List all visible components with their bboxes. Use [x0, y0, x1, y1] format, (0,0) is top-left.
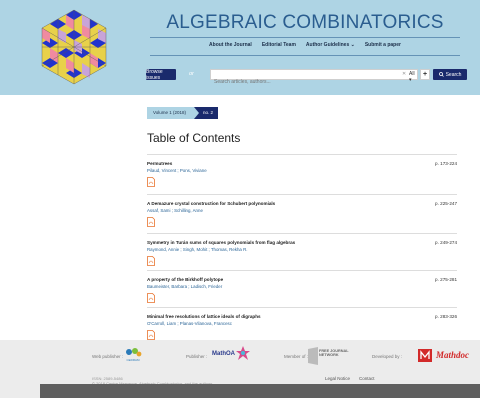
search-input[interactable]	[211, 77, 391, 87]
article-authors[interactable]: Baumeister, Barbara ; Ladisch, Frieder	[147, 284, 457, 289]
search-button[interactable]: Search	[433, 69, 467, 80]
pdf-icon[interactable]	[147, 293, 155, 303]
fjn-mark-icon	[308, 347, 318, 365]
article-pages: p. 275-281	[435, 277, 457, 282]
nav-editorial-team[interactable]: Editorial Team	[262, 42, 296, 48]
article-title[interactable]: A property of the Birkhoff polytope	[147, 277, 457, 282]
article-title[interactable]: Symmetry in Turán sums of squares polyno…	[147, 240, 457, 245]
pdf-icon[interactable]	[147, 177, 155, 187]
advanced-search-button[interactable]: +	[420, 69, 430, 80]
member-label: Member of :	[284, 354, 309, 359]
nav-author-guidelines[interactable]: Author Guidelines ⌄	[306, 42, 355, 48]
cedram-name: CEDRAM	[126, 358, 140, 362]
breadcrumb-volume[interactable]: Volume 1 (2018)	[147, 107, 200, 119]
pdf-icon[interactable]	[147, 217, 155, 227]
browse-issues-button[interactable]: Browse issues	[146, 69, 176, 81]
free-journal-network-logo[interactable]: FREE JOURNAL NETWORK	[308, 345, 350, 367]
search-field: ✕ All ▾	[210, 69, 418, 87]
article-item: A property of the Birkhoff polytope Baum…	[147, 270, 457, 303]
article-title[interactable]: Minimal free resolutions of lattice idea…	[147, 314, 457, 319]
article-authors[interactable]: Raymond, Annie ; Singh, Mohit ; Thomas, …	[147, 247, 457, 252]
title-divider	[150, 37, 460, 38]
cedram-mark-icon	[126, 348, 142, 357]
contact-link[interactable]: Contact	[359, 376, 375, 381]
pdf-icon[interactable]	[147, 330, 155, 340]
article-item: Symmetry in Turán sums of squares polyno…	[147, 233, 457, 266]
article-divider	[147, 154, 457, 155]
journal-title[interactable]: ALGEBRAIC COMBINATORICS	[150, 12, 460, 34]
journal-logo[interactable]	[40, 8, 108, 86]
article-authors[interactable]: O'Carroll, Liam ; Planas-Vilanova, Franc…	[147, 321, 457, 326]
developed-by-label: Developed by :	[372, 354, 403, 359]
article-item: A Demazure crystal construction for Schu…	[147, 194, 457, 227]
article-pages: p. 283-326	[435, 314, 457, 319]
nav-about[interactable]: About the Journal	[209, 42, 252, 48]
mathdoc-m-icon	[418, 349, 432, 362]
mathoa-logo[interactable]: MathOA	[212, 346, 254, 364]
pdf-icon[interactable]	[147, 256, 155, 266]
bottom-overlay-bar	[40, 384, 480, 398]
article-divider	[147, 270, 457, 271]
main-nav: About the Journal Editorial Team Author …	[150, 42, 460, 48]
page-title: Table of Contents	[147, 131, 241, 145]
article-pages: p. 173-224	[435, 161, 457, 166]
search-bar: Browse issues or ✕ All ▾ + Search	[146, 69, 467, 87]
search-scope-select[interactable]: All ▾	[409, 71, 417, 83]
article-title[interactable]: A Demazure crystal construction for Schu…	[147, 201, 457, 206]
or-label: or	[189, 71, 194, 77]
search-icon	[438, 72, 444, 77]
article-item: Permutrees Pilaud, Vincent ; Pons, Vivia…	[147, 154, 457, 187]
publisher-label: Publisher :	[186, 354, 208, 359]
article-divider	[147, 233, 457, 234]
article-pages: p. 225-247	[435, 201, 457, 206]
article-item: Minimal free resolutions of lattice idea…	[147, 307, 457, 340]
legal-notice-link[interactable]: Legal Notice	[325, 376, 350, 381]
web-publisher-label: Web publisher :	[92, 354, 124, 359]
cedram-logo[interactable]: CEDRAM	[123, 347, 143, 363]
article-divider	[147, 194, 457, 195]
article-title[interactable]: Permutrees	[147, 161, 457, 166]
clear-search-icon[interactable]: ✕	[402, 71, 406, 77]
article-authors[interactable]: Pilaud, Vincent ; Pons, Viviane	[147, 168, 457, 173]
mathdoc-name: Mathdoc	[436, 350, 470, 360]
article-pages: p. 249-274	[435, 240, 457, 245]
main-content: Volume 1 (2018) no. 2 Table of Contents …	[0, 95, 480, 340]
mathoa-name: MathOA	[212, 351, 235, 357]
nav-submit[interactable]: Submit a paper	[365, 42, 401, 48]
mathdoc-logo[interactable]: Mathdoc	[418, 349, 480, 363]
fjn-name: FREE JOURNAL NETWORK	[319, 349, 349, 358]
article-authors[interactable]: Assaf, Sami ; Schilling, Anne	[147, 208, 457, 213]
breadcrumb: Volume 1 (2018) no. 2	[147, 107, 219, 119]
search-button-label: Search	[445, 71, 462, 78]
site-header: ALGEBRAIC COMBINATORICS About the Journa…	[0, 0, 480, 95]
mathoa-star-icon	[236, 346, 250, 360]
nav-divider	[150, 55, 460, 56]
article-divider	[147, 307, 457, 308]
